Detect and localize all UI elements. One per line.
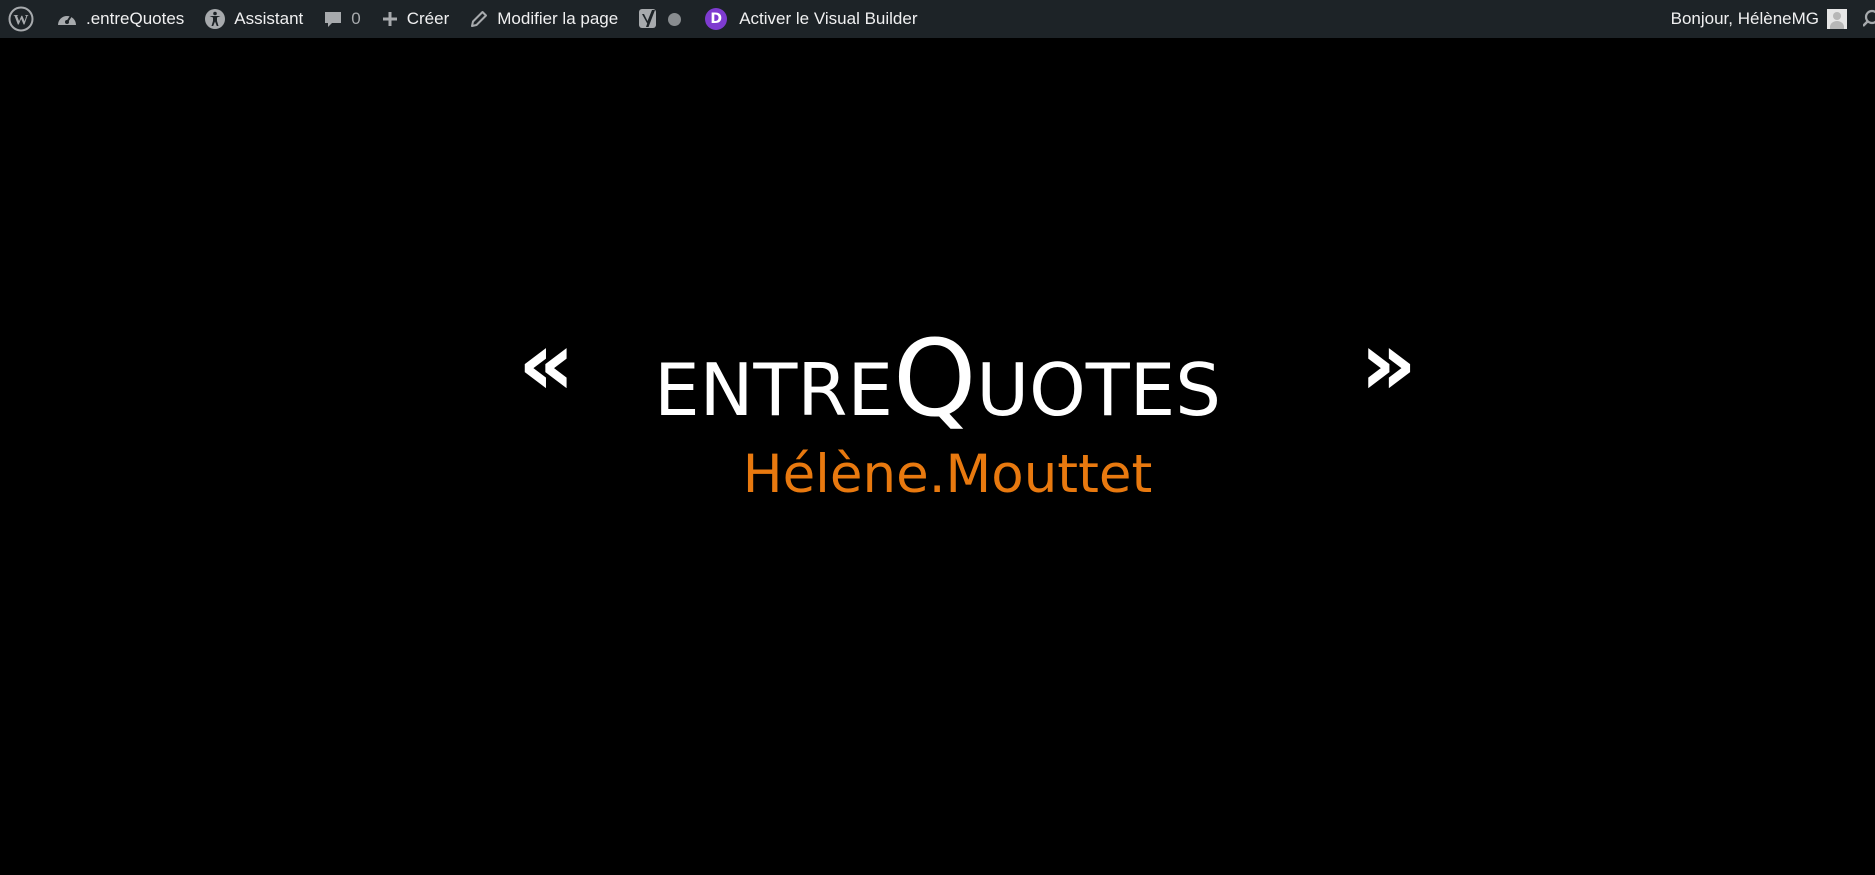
create-label: Créer: [406, 9, 450, 28]
comments-menu[interactable]: 0: [313, 0, 370, 38]
edit-page-link[interactable]: Modifier la page: [459, 0, 628, 38]
edit-page-label: Modifier la page: [497, 9, 619, 28]
search-toggle[interactable]: [1853, 0, 1875, 38]
assistant-menu[interactable]: Assistant: [194, 0, 313, 38]
divi-icon: D: [705, 8, 728, 30]
visual-builder-link[interactable]: D Activer le Visual Builder: [691, 0, 927, 38]
admin-bar-right: Bonjour, HélèneMG: [1661, 0, 1875, 38]
greeting-label: Bonjour, HélèneMG: [1670, 9, 1819, 28]
dashboard-icon: [56, 10, 78, 28]
my-account-menu[interactable]: Bonjour, HélèneMG: [1661, 0, 1853, 38]
comment-icon: [323, 9, 343, 29]
comments-count: 0: [351, 9, 361, 28]
user-avatar-icon: [1827, 9, 1847, 29]
closing-quote-mark: »: [1360, 312, 1417, 415]
wordpress-logo-icon: W: [8, 6, 34, 32]
brand-part-q: Q: [892, 317, 977, 440]
create-menu[interactable]: Créer: [371, 0, 460, 38]
wordpress-logo-menu[interactable]: W: [0, 0, 46, 38]
author-subtitle: Hélène.Mouttet: [742, 444, 1153, 505]
wp-admin-bar: W .entreQuotes Assistant 0 Créer Modifie…: [0, 0, 1875, 38]
brand-part-entre: ENTRE: [654, 348, 893, 432]
plus-icon: [381, 10, 399, 28]
seo-menu[interactable]: [628, 0, 691, 38]
status-dot-icon: [668, 12, 682, 26]
brand-part-uotes: UOTES: [976, 348, 1221, 432]
brand-logo-text: ENTREQUOTES: [0, 326, 1875, 432]
admin-bar-left: W .entreQuotes Assistant 0 Créer Modifie…: [0, 0, 928, 38]
hero-section: « ENTREQUOTES » Hélène.Mouttet: [0, 38, 1875, 875]
svg-text:W: W: [14, 13, 29, 29]
pencil-icon: [469, 9, 489, 29]
site-name-label: .entreQuotes: [86, 9, 185, 28]
visual-builder-label: Activer le Visual Builder: [739, 9, 918, 28]
assistant-label: Assistant: [234, 9, 304, 28]
yoast-icon: [638, 7, 660, 31]
site-name-menu[interactable]: .entreQuotes: [46, 0, 194, 38]
search-icon: [1863, 9, 1875, 29]
accessibility-icon: [204, 8, 226, 30]
